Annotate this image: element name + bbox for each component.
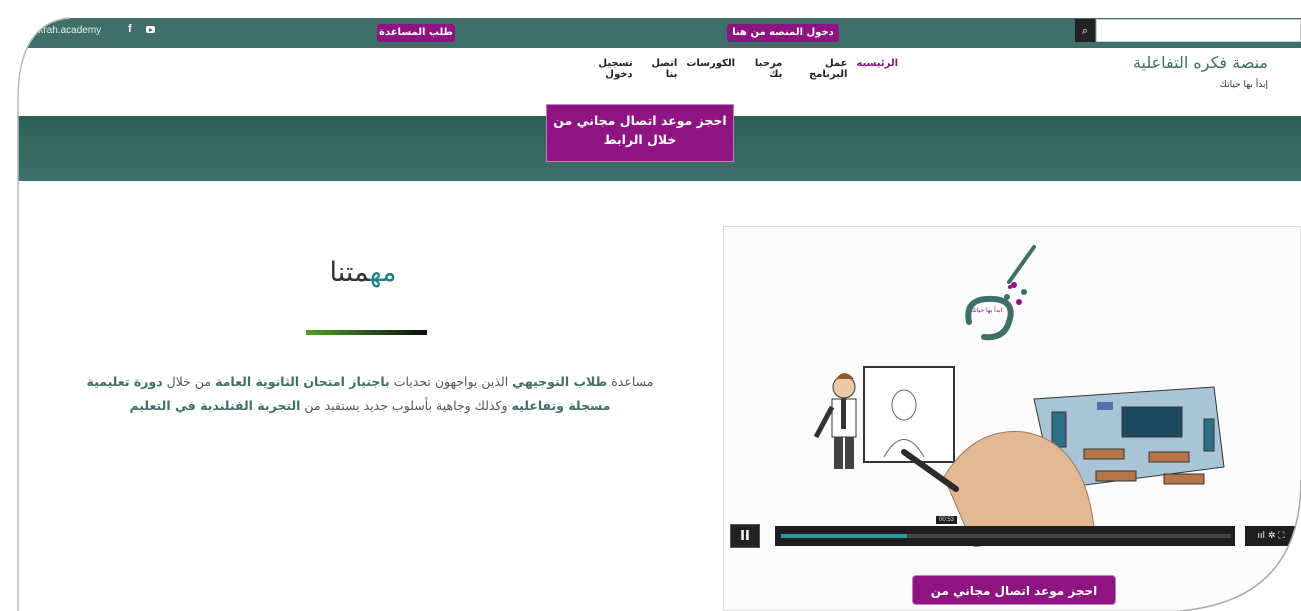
pause-button[interactable]: II <box>730 524 760 548</box>
facebook-icon[interactable]: f <box>128 23 132 35</box>
page: fekrah.academy f طلب المساعدة دخول المنص… <box>0 0 1301 611</box>
video-settings-controls[interactable]: ııl ✲ ⛶ <box>1245 526 1297 546</box>
nav-item-contact[interactable]: اتصل بنا <box>642 58 677 80</box>
gear-icon[interactable]: ✲ <box>1268 531 1276 541</box>
youtube-icon[interactable] <box>146 26 155 33</box>
search-icon[interactable]: ⌕ <box>1075 19 1095 42</box>
mission-text-bold: التجربة الفنلندية في التعليم <box>129 398 301 413</box>
nav-item-home[interactable]: الرئيسيه <box>856 58 898 80</box>
mission-text-part: وكذلك وجاهية بأسلوب جديد يستفيد من <box>300 398 512 413</box>
mission-text-part: من خلال <box>162 374 216 389</box>
mission-text-bold: باجتياز امتحان الثانوية العامة <box>215 374 390 389</box>
main-nav: الرئيسيه عمل البرنامج مرحبا بك الكورسات … <box>576 58 898 80</box>
nav-item-login[interactable]: تسجيل دخول <box>576 58 632 80</box>
mission-title: مهمتنا <box>308 257 418 288</box>
nav-item-program[interactable]: عمل البرنامج <box>791 58 847 80</box>
progress-fill <box>781 534 907 538</box>
video-illustration <box>813 245 1225 547</box>
mission-title-highlight: مه <box>369 257 397 288</box>
email-link[interactable]: fekrah.academy <box>30 25 101 36</box>
section-divider <box>306 330 427 335</box>
video-controls: II 00:53 ııl ✲ ⛶ <box>730 516 1297 549</box>
site-tagline: إبدأ بها حياتك <box>1219 80 1268 90</box>
mission-title-rest: متنا <box>329 257 370 288</box>
progress-bar <box>781 534 1231 538</box>
book-call-line2: خلال الرابط <box>603 132 677 147</box>
fullscreen-icon[interactable]: ⛶ <box>1278 531 1284 541</box>
nav-item-welcome[interactable]: مرحبا بك <box>744 58 782 80</box>
search-input[interactable] <box>1096 19 1301 42</box>
book-free-call-button[interactable]: احجز موعد اتصال مجاني من الرابط <box>912 575 1116 605</box>
mission-text-part: الذين يواجهون تحديات <box>389 374 513 389</box>
book-call-button[interactable]: احجز موعد اتصال مجاني من خلال الرابط <box>546 104 734 162</box>
video-logo-tagline: ابدأ بها حياتك <box>970 307 1003 314</box>
video-progress-track[interactable]: 00:53 <box>775 516 1235 546</box>
mission-text: مساعدة طلاب التوجيهي الذين يواجهون تحديا… <box>82 370 658 418</box>
mission-text-bold: طلاب التوجيهي <box>512 374 608 389</box>
fekrah-logo-icon <box>965 245 1036 341</box>
nav-item-courses[interactable]: الكورسات <box>686 58 735 80</box>
time-tooltip: 00:53 <box>936 516 958 524</box>
intro-video[interactable]: ابدأ بها حياتك II 00:53 ııl ✲ ⛶ احجز موع… <box>723 226 1301 611</box>
mission-text-part: مساعدة <box>607 374 654 389</box>
platform-login-button[interactable]: دخول المنصه من هنا <box>727 24 839 42</box>
site-brand[interactable]: منصة فكره التفاعلية <box>1133 53 1268 72</box>
volume-icon[interactable]: ııl <box>1257 531 1265 541</box>
book-call-line1: احجز موعد اتصال مجاني من <box>553 113 727 128</box>
help-button[interactable]: طلب المساعدة <box>377 24 455 42</box>
